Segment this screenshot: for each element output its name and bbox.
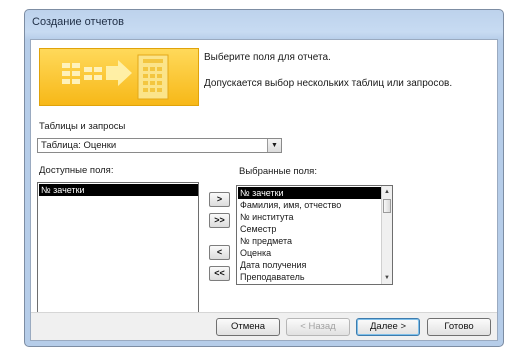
add-all-fields-button[interactable]: >> [209, 213, 230, 228]
selected-fields-list[interactable]: № зачетки Фамилия, имя, отчество № инсти… [236, 185, 393, 285]
next-button[interactable]: Далее > [356, 318, 420, 336]
selected-fields-label: Выбранные поля: [239, 166, 317, 177]
tables-queries-value: Таблица: Оценки [41, 140, 117, 151]
back-button[interactable]: < Назад [286, 318, 350, 336]
tables-queries-label: Таблицы и запросы [39, 121, 126, 132]
available-fields-label: Доступные поля: [39, 165, 114, 176]
chevron-down-icon[interactable]: ▼ [267, 139, 281, 152]
dialog-footer: Отмена < Назад Далее > Готово [31, 312, 497, 340]
selected-field-item[interactable]: № предмета [238, 235, 292, 247]
intro-text-secondary: Допускается выбор нескольких таблиц или … [204, 78, 453, 89]
available-field-item[interactable]: № зачетки [39, 184, 198, 196]
report-wizard-dialog: Создание отчетов Выберите поля для отчет… [24, 9, 504, 347]
add-field-button[interactable]: > [209, 192, 230, 207]
scroll-up-icon[interactable]: ▲ [382, 187, 392, 197]
dialog-content: Выберите поля для отчета. Допускается вы… [30, 39, 498, 341]
remove-field-button[interactable]: < [209, 245, 230, 260]
finish-button[interactable]: Готово [427, 318, 491, 336]
report-wizard-icon [39, 48, 199, 106]
scroll-down-icon[interactable]: ▼ [382, 273, 392, 283]
selected-field-item[interactable]: Дата получения [238, 259, 306, 271]
remove-all-fields-button[interactable]: << [209, 266, 230, 281]
selected-field-item[interactable]: Семестр [238, 223, 276, 235]
scroll-thumb[interactable] [383, 199, 391, 213]
available-fields-list[interactable]: № зачетки [37, 182, 199, 317]
selected-field-item[interactable]: Преподаватель [238, 271, 305, 283]
selected-field-item[interactable]: № зачетки [238, 187, 381, 199]
cancel-button[interactable]: Отмена [216, 318, 280, 336]
selected-field-item[interactable]: № института [238, 211, 294, 223]
tables-queries-dropdown[interactable]: Таблица: Оценки ▼ [37, 138, 282, 153]
intro-text-primary: Выберите поля для отчета. [204, 52, 331, 63]
window-title: Создание отчетов [32, 16, 124, 28]
selected-fields-scrollbar[interactable]: ▲ ▼ [381, 186, 392, 284]
selected-field-item[interactable]: Фамилия, имя, отчество [238, 199, 341, 211]
selected-field-item[interactable]: Оценка [238, 247, 271, 259]
